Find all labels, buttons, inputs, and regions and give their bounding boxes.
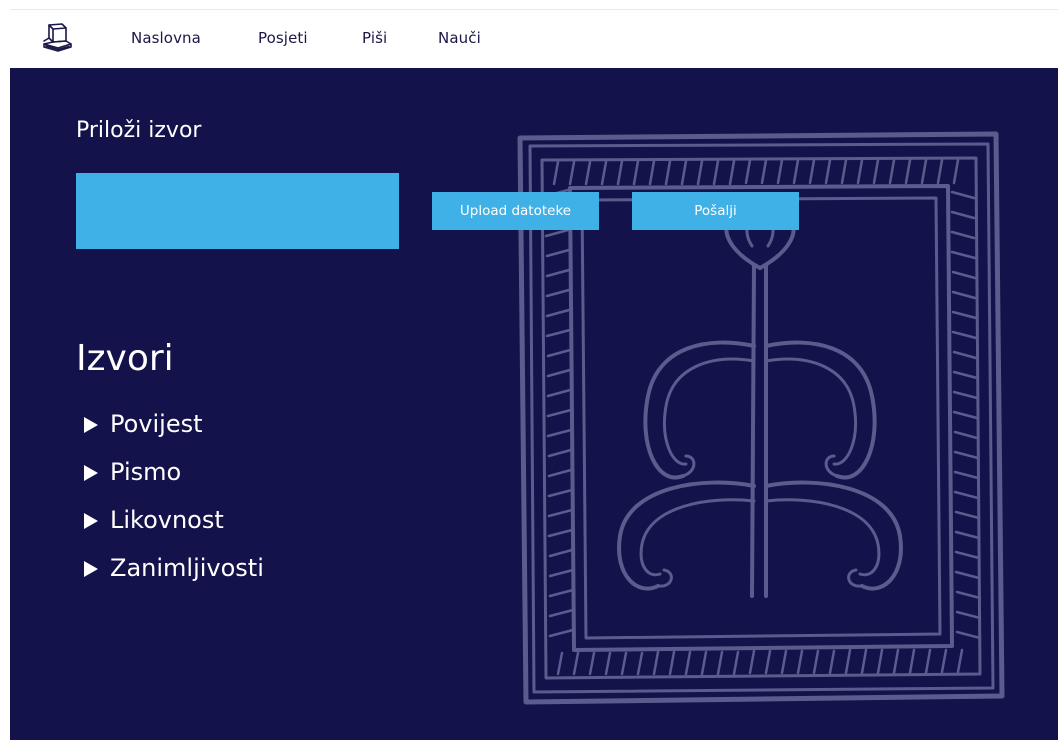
source-input[interactable]	[76, 173, 399, 249]
source-item-povijest[interactable]: Povijest	[84, 400, 264, 448]
main-content: Priloži izvor Upload datoteke Pošalji Iz…	[10, 68, 1058, 740]
book-stack-icon[interactable]	[40, 22, 76, 56]
sources-title: Izvori	[76, 338, 174, 379]
sources-list: Povijest Pismo Likovnost Zanimljivosti	[84, 400, 264, 592]
top-navigation-bar: Naslovna Posjeti Piši Nauči	[10, 9, 1058, 68]
source-item-label: Zanimljivosti	[110, 554, 264, 582]
expand-triangle-icon	[84, 512, 98, 529]
source-item-zanimljivosti[interactable]: Zanimljivosti	[84, 544, 264, 592]
page: Naslovna Posjeti Piši Nauči Priloži izvo…	[0, 0, 1058, 740]
upload-section-title: Priloži izvor	[76, 118, 202, 143]
nav-link-naslovna[interactable]: Naslovna	[131, 29, 201, 47]
source-item-label: Pismo	[110, 458, 182, 486]
send-button[interactable]: Pošalji	[632, 192, 799, 230]
source-item-likovnost[interactable]: Likovnost	[84, 496, 264, 544]
expand-triangle-icon	[84, 464, 98, 481]
source-item-label: Likovnost	[110, 506, 224, 534]
source-item-label: Povijest	[110, 410, 203, 438]
source-item-pismo[interactable]: Pismo	[84, 448, 264, 496]
upload-file-button[interactable]: Upload datoteke	[432, 192, 599, 230]
expand-triangle-icon	[84, 416, 98, 433]
nav-link-nauci[interactable]: Nauči	[438, 29, 481, 47]
nav-link-pisi[interactable]: Piši	[362, 29, 387, 47]
expand-triangle-icon	[84, 560, 98, 577]
nav-link-posjeti[interactable]: Posjeti	[258, 29, 308, 47]
